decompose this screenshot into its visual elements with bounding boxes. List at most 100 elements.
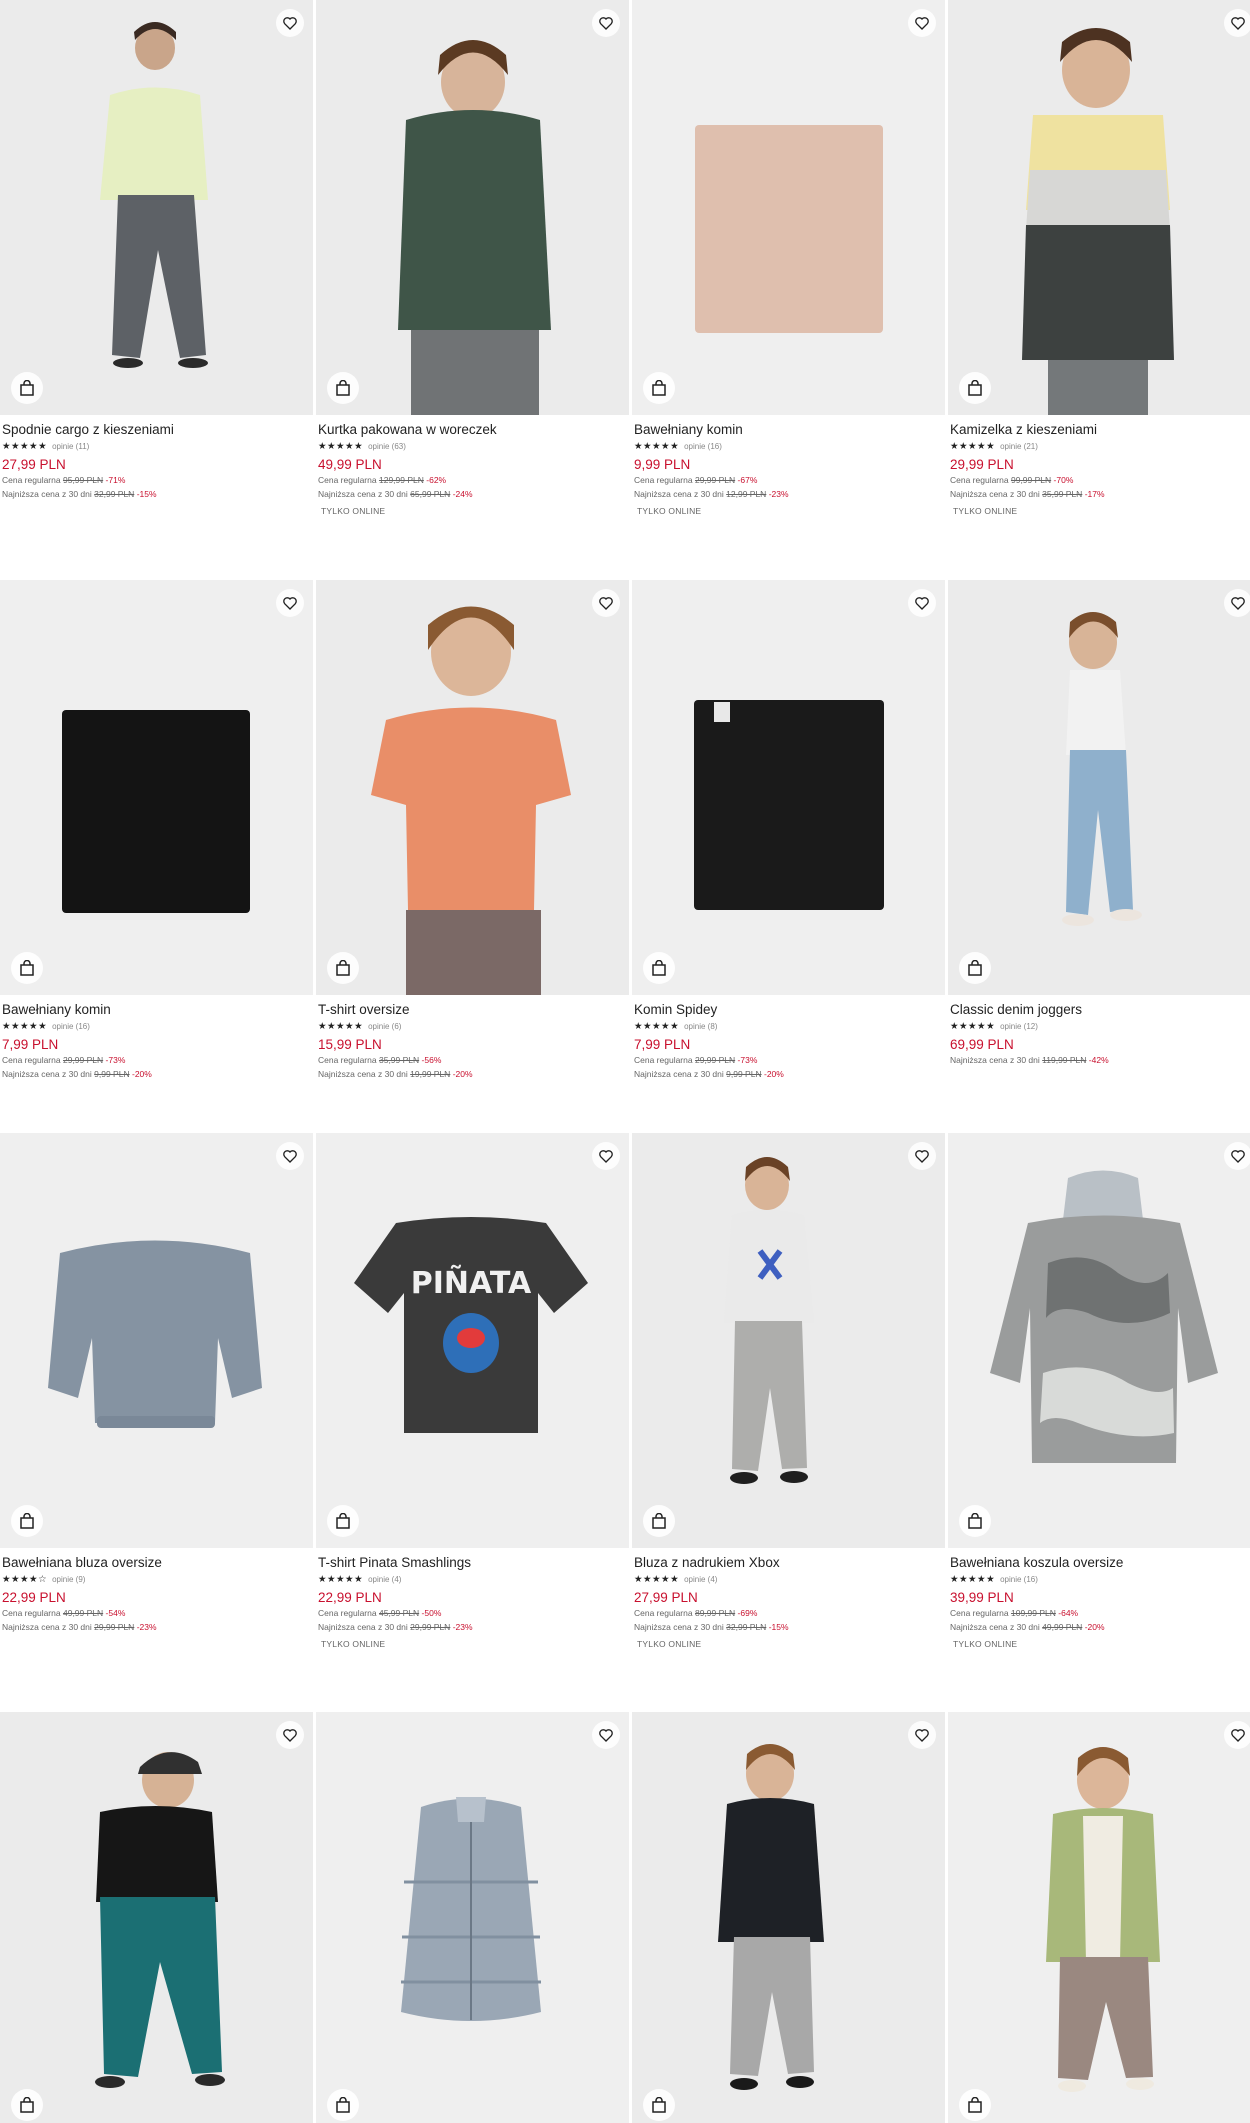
add-to-cart-button[interactable]	[959, 952, 991, 984]
product-name[interactable]: Kurtka pakowana w woreczek	[318, 422, 627, 438]
favorite-button[interactable]	[1224, 1721, 1250, 1749]
product-image[interactable]	[632, 580, 945, 995]
favorite-button[interactable]	[908, 1142, 936, 1170]
favorite-button[interactable]	[276, 9, 304, 37]
favorite-button[interactable]	[908, 1721, 936, 1749]
add-to-cart-button[interactable]	[11, 2089, 43, 2121]
product-name[interactable]: Bawełniana bluza oversize	[2, 1555, 311, 1571]
product-card[interactable]: Bluza z nadrukiem Xbox ★★★★★ opinie (4) 2…	[632, 1133, 945, 1649]
favorite-button[interactable]	[908, 589, 936, 617]
favorite-button[interactable]	[592, 1721, 620, 1749]
add-to-cart-button[interactable]	[11, 372, 43, 404]
product-card[interactable]: Bawełniana bluza oversize ★★★★☆ opinie (9…	[0, 1133, 313, 1634]
heart-icon	[283, 597, 297, 610]
add-to-cart-button[interactable]	[959, 372, 991, 404]
review-count[interactable]: opinie (63)	[368, 441, 406, 452]
add-to-cart-button[interactable]	[11, 952, 43, 984]
regular-price-line: Cena regularna 49,99 PLN -54%	[2, 1608, 126, 1618]
product-image[interactable]	[316, 580, 629, 995]
review-count[interactable]: opinie (11)	[52, 441, 89, 452]
favorite-button[interactable]	[908, 9, 936, 37]
product-card[interactable]	[948, 1712, 1250, 2123]
product-card[interactable]: Bawełniany komin ★★★★★ opinie (16) 7,99 P…	[0, 580, 313, 1081]
review-count[interactable]: opinie (8)	[684, 1021, 717, 1032]
favorite-button[interactable]	[592, 9, 620, 37]
rating-stars: ★★★★★	[2, 441, 48, 452]
product-image[interactable]	[316, 0, 629, 415]
product-image[interactable]	[632, 1712, 945, 2123]
review-count[interactable]: opinie (4)	[684, 1574, 717, 1585]
review-count[interactable]: opinie (9)	[52, 1574, 85, 1585]
review-count[interactable]: opinie (16)	[1000, 1574, 1038, 1585]
product-photo-cargo-pants	[100, 22, 208, 368]
product-card[interactable]: PIÑATA T-shirt Pinata Smashlings ★★★★★ op…	[316, 1133, 629, 1649]
heart-icon	[1231, 1150, 1245, 1163]
add-to-cart-button[interactable]	[327, 1505, 359, 1537]
product-image[interactable]	[632, 0, 945, 415]
add-to-cart-button[interactable]	[643, 1505, 675, 1537]
shirt-print-text: PIÑATA	[411, 1264, 532, 1301]
favorite-button[interactable]	[276, 1721, 304, 1749]
review-count[interactable]: opinie (21)	[1000, 441, 1038, 452]
add-to-cart-button[interactable]	[327, 372, 359, 404]
product-card[interactable]: Kurtka pakowana w woreczek ★★★★★ opinie (…	[316, 0, 629, 516]
add-to-cart-button[interactable]	[11, 1505, 43, 1537]
review-count[interactable]: opinie (16)	[52, 1021, 90, 1032]
add-to-cart-button[interactable]	[643, 372, 675, 404]
product-name[interactable]: Bawełniany komin	[634, 422, 943, 438]
product-image[interactable]	[0, 580, 313, 995]
review-count[interactable]: opinie (6)	[368, 1021, 401, 1032]
add-to-cart-button[interactable]	[327, 952, 359, 984]
product-name[interactable]: T-shirt oversize	[318, 1002, 627, 1018]
favorite-button[interactable]	[1224, 1142, 1250, 1170]
product-card[interactable]: T-shirt oversize ★★★★★ opinie (6) 15,99 P…	[316, 580, 629, 1081]
favorite-button[interactable]	[276, 1142, 304, 1170]
add-to-cart-button[interactable]	[643, 2089, 675, 2121]
favorite-button[interactable]	[592, 589, 620, 617]
favorite-button[interactable]	[1224, 9, 1250, 37]
product-card[interactable]: Komin Spidey ★★★★★ opinie (8) 7,99 PLN Ce…	[632, 580, 945, 1081]
product-name[interactable]: Bawełniany komin	[2, 1002, 311, 1018]
shopping-bag-icon	[652, 2097, 666, 2113]
product-name[interactable]: T-shirt Pinata Smashlings	[318, 1555, 627, 1571]
product-image[interactable]	[0, 0, 313, 415]
add-to-cart-button[interactable]	[643, 952, 675, 984]
product-image[interactable]	[948, 580, 1250, 995]
product-name[interactable]: Bawełniana koszula oversize	[950, 1555, 1250, 1571]
product-name[interactable]: Kamizelka z kieszeniami	[950, 422, 1250, 438]
product-card[interactable]: Kamizelka z kieszeniami ★★★★★ opinie (21)…	[948, 0, 1250, 516]
product-card[interactable]	[0, 1712, 313, 2123]
rating-stars: ★★★★☆	[2, 1574, 48, 1585]
product-image[interactable]	[948, 1712, 1250, 2123]
product-image[interactable]	[316, 1712, 629, 2123]
product-name[interactable]: Spodnie cargo z kieszeniami	[2, 422, 311, 438]
sale-price: 69,99 PLN	[950, 1037, 1014, 1052]
add-to-cart-button[interactable]	[959, 1505, 991, 1537]
product-card[interactable]: Bawełniany komin ★★★★★ opinie (16) 9,99 P…	[632, 0, 945, 516]
favorite-button[interactable]	[1224, 589, 1250, 617]
product-image[interactable]: PIÑATA	[316, 1133, 629, 1548]
sale-price: 27,99 PLN	[2, 457, 66, 472]
review-count[interactable]: opinie (16)	[684, 441, 722, 452]
favorite-button[interactable]	[276, 589, 304, 617]
regular-price-line: Cena regularna 99,99 PLN -70%	[950, 475, 1074, 485]
product-image[interactable]	[632, 1133, 945, 1548]
add-to-cart-button[interactable]	[959, 2089, 991, 2121]
favorite-button[interactable]	[592, 1142, 620, 1170]
product-name[interactable]: Bluza z nadrukiem Xbox	[634, 1555, 943, 1571]
add-to-cart-button[interactable]	[327, 2089, 359, 2121]
product-name[interactable]: Classic denim joggers	[950, 1002, 1250, 1018]
product-card[interactable]	[632, 1712, 945, 2123]
product-image[interactable]	[0, 1133, 313, 1548]
product-card[interactable]	[316, 1712, 629, 2123]
product-image[interactable]	[0, 1712, 313, 2123]
product-image[interactable]	[948, 1133, 1250, 1548]
product-card[interactable]: Spodnie cargo z kieszeniami ★★★★★ opinie …	[0, 0, 313, 501]
rating-stars: ★★★★★	[634, 441, 680, 452]
review-count[interactable]: opinie (4)	[368, 1574, 401, 1585]
review-count[interactable]: opinie (12)	[1000, 1021, 1038, 1032]
product-card[interactable]: Bawełniana koszula oversize ★★★★★ opinie …	[948, 1133, 1250, 1649]
product-image[interactable]	[948, 0, 1250, 415]
product-card[interactable]: Classic denim joggers ★★★★★ opinie (12) 6…	[948, 580, 1250, 1067]
product-name[interactable]: Komin Spidey	[634, 1002, 943, 1018]
